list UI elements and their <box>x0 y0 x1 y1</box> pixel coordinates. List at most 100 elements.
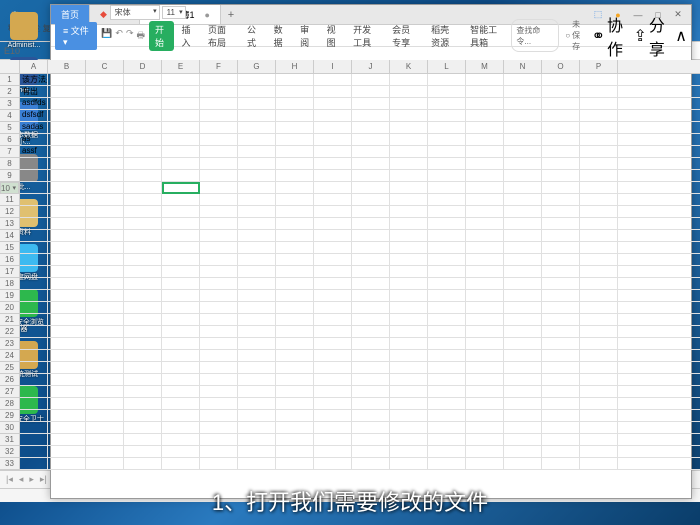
cell[interactable] <box>124 386 162 397</box>
cell[interactable]: 该方法是 <box>20 74 48 85</box>
cell[interactable] <box>124 374 162 385</box>
cell[interactable] <box>48 194 86 205</box>
cell[interactable] <box>200 302 238 313</box>
cell[interactable] <box>466 86 504 97</box>
row-header[interactable]: 12 <box>0 206 19 218</box>
row-header[interactable]: 27 <box>0 386 19 398</box>
cell[interactable] <box>314 74 352 85</box>
cell[interactable] <box>86 266 124 277</box>
cell[interactable] <box>428 86 466 97</box>
cell[interactable] <box>466 194 504 205</box>
cell[interactable] <box>200 386 238 397</box>
cell[interactable] <box>162 362 200 373</box>
cell[interactable] <box>162 98 200 109</box>
cell[interactable] <box>390 158 428 169</box>
column-header[interactable]: L <box>428 60 466 73</box>
cell[interactable] <box>390 326 428 337</box>
cell[interactable] <box>162 338 200 349</box>
cell[interactable] <box>238 218 276 229</box>
cell[interactable] <box>428 254 466 265</box>
cell[interactable] <box>124 134 162 145</box>
cell[interactable] <box>504 218 542 229</box>
cell[interactable] <box>542 254 580 265</box>
cell[interactable] <box>580 386 618 397</box>
cell[interactable] <box>390 374 428 385</box>
cell[interactable] <box>162 218 200 229</box>
cell[interactable] <box>162 194 200 205</box>
cell[interactable] <box>428 266 466 277</box>
cell[interactable] <box>86 410 124 421</box>
cell[interactable] <box>48 338 86 349</box>
coop-button[interactable]: ⚭ 协作 <box>592 12 630 60</box>
cell[interactable] <box>238 242 276 253</box>
cell[interactable] <box>352 302 390 313</box>
cell[interactable] <box>504 254 542 265</box>
cell[interactable] <box>352 374 390 385</box>
cell[interactable] <box>86 314 124 325</box>
cell[interactable] <box>390 110 428 121</box>
row-header[interactable]: 26 <box>0 374 19 386</box>
cell[interactable] <box>542 290 580 301</box>
cell[interactable] <box>390 338 428 349</box>
cell[interactable] <box>20 434 48 445</box>
cell[interactable] <box>390 194 428 205</box>
cell[interactable] <box>314 266 352 277</box>
cell[interactable] <box>504 122 542 133</box>
cell[interactable] <box>162 158 200 169</box>
cell[interactable] <box>200 374 238 385</box>
cell[interactable] <box>466 398 504 409</box>
cell[interactable] <box>124 230 162 241</box>
cell[interactable] <box>238 266 276 277</box>
cell[interactable] <box>238 206 276 217</box>
cell[interactable] <box>352 170 390 181</box>
cell[interactable] <box>200 230 238 241</box>
cell[interactable] <box>48 434 86 445</box>
cell[interactable] <box>86 278 124 289</box>
cell[interactable] <box>86 182 124 193</box>
cell[interactable] <box>200 86 238 97</box>
cell[interactable] <box>238 326 276 337</box>
row-header[interactable]: 8 <box>0 158 19 170</box>
cell[interactable] <box>466 422 504 433</box>
menu-tab[interactable]: 插入 <box>176 21 201 51</box>
cell[interactable] <box>542 398 580 409</box>
cell[interactable] <box>124 350 162 361</box>
cell[interactable] <box>504 410 542 421</box>
cell[interactable] <box>314 206 352 217</box>
cell[interactable] <box>466 350 504 361</box>
column-header[interactable]: N <box>504 60 542 73</box>
cell[interactable]: as <box>20 134 48 145</box>
cell[interactable] <box>162 170 200 181</box>
cell[interactable] <box>276 182 314 193</box>
cell[interactable] <box>86 290 124 301</box>
cell[interactable] <box>428 194 466 205</box>
cell[interactable] <box>276 422 314 433</box>
cell[interactable] <box>86 158 124 169</box>
cell[interactable] <box>428 362 466 373</box>
cell[interactable] <box>542 86 580 97</box>
cell[interactable] <box>390 302 428 313</box>
cell[interactable] <box>20 290 48 301</box>
column-header[interactable]: J <box>352 60 390 73</box>
cell[interactable]: asdfds <box>20 98 48 109</box>
cell[interactable] <box>276 170 314 181</box>
cell[interactable] <box>20 338 48 349</box>
cell[interactable] <box>86 218 124 229</box>
column-header[interactable]: P <box>580 60 618 73</box>
cell[interactable] <box>238 170 276 181</box>
cell[interactable] <box>390 362 428 373</box>
cell[interactable] <box>124 182 162 193</box>
cell[interactable] <box>86 338 124 349</box>
cell[interactable] <box>276 314 314 325</box>
column-header[interactable]: H <box>276 60 314 73</box>
cell[interactable] <box>86 134 124 145</box>
cell[interactable] <box>162 230 200 241</box>
cell[interactable] <box>238 122 276 133</box>
cell[interactable] <box>48 362 86 373</box>
cell[interactable] <box>314 98 352 109</box>
cell[interactable] <box>314 170 352 181</box>
cell[interactable] <box>86 122 124 133</box>
cell[interactable] <box>86 146 124 157</box>
cell[interactable] <box>200 290 238 301</box>
cell[interactable] <box>352 74 390 85</box>
